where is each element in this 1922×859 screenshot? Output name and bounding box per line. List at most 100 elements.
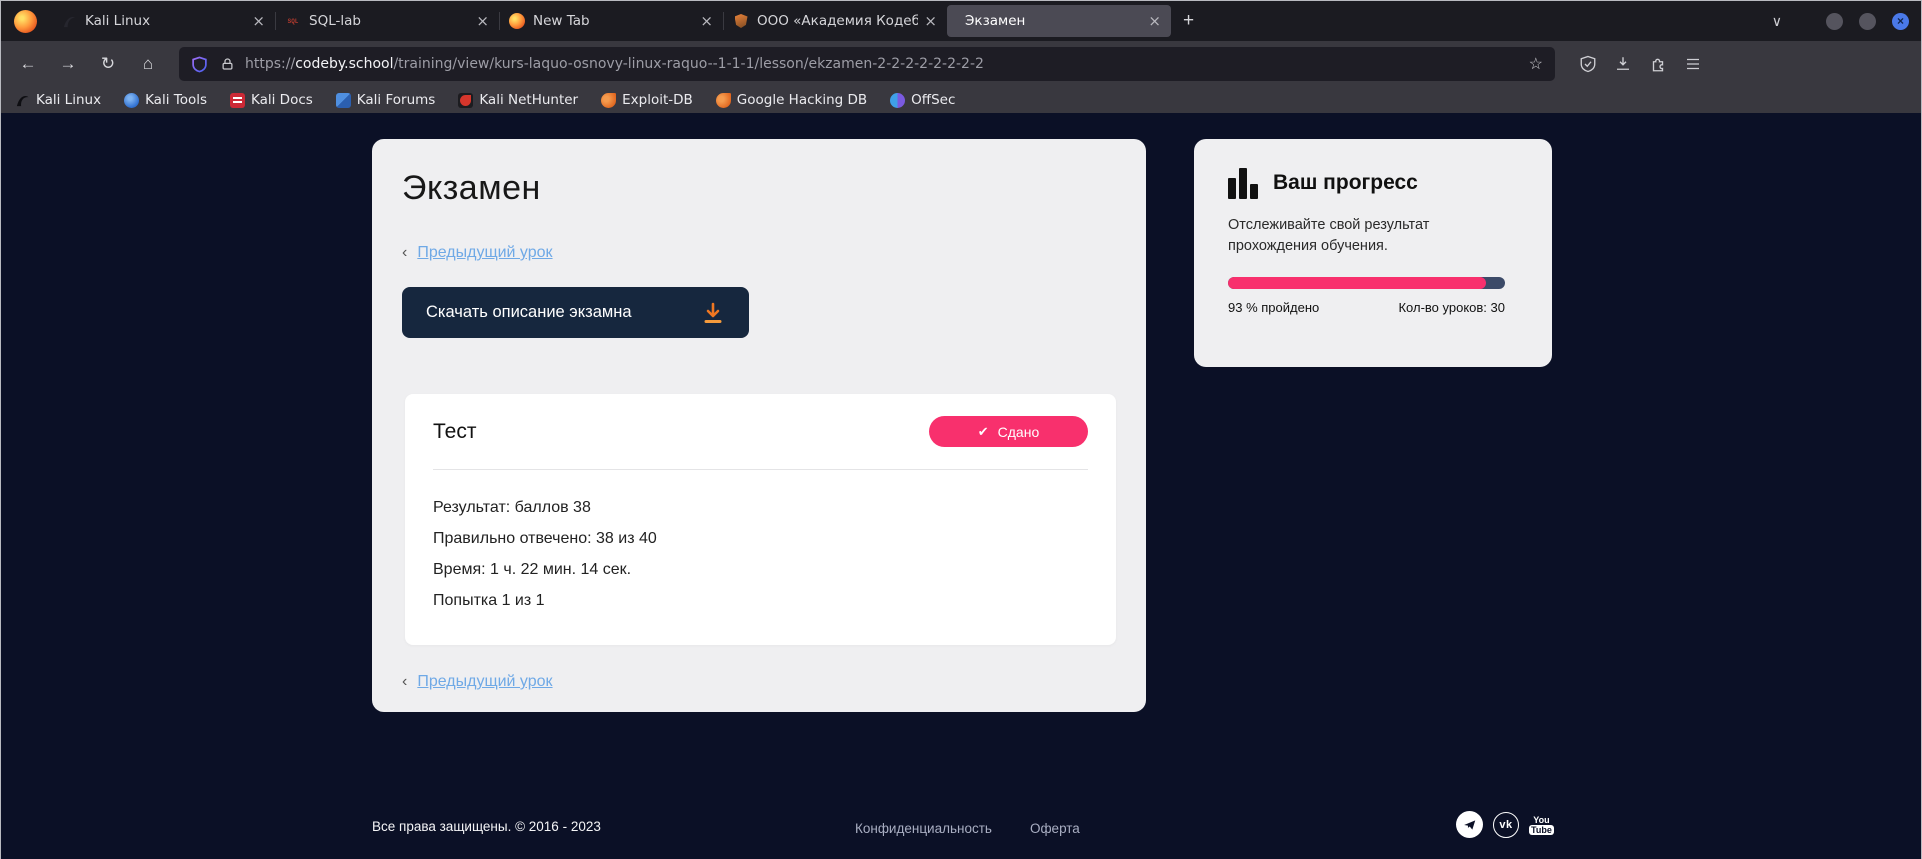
result-score: Результат: баллов 38 xyxy=(433,492,1088,523)
divider xyxy=(433,469,1088,470)
result-attempt: Попытка 1 из 1 xyxy=(433,585,1088,616)
google-hacking-db-bird-icon xyxy=(716,93,731,108)
url-path: /training/view/kurs-laquo-osnovy-linux-r… xyxy=(393,56,983,72)
bookmark-offsec[interactable]: OffSec xyxy=(890,92,955,108)
bookmark-kali-docs[interactable]: Kali Docs xyxy=(230,92,313,108)
telegram-icon[interactable] xyxy=(1456,811,1483,838)
exploit-db-bird-icon xyxy=(601,93,616,108)
lessons-count-label: Кол-во уроков: 30 xyxy=(1398,300,1505,315)
tab-sql-lab[interactable]: SQL SQL-lab × xyxy=(275,5,499,37)
test-result-card: Тест ✔ Сдано Результат: баллов 38 Правил… xyxy=(405,394,1116,645)
offsec-icon xyxy=(890,93,905,108)
tab-academy-codeby[interactable]: ООО «Академия Кодеба × xyxy=(723,5,947,37)
bookmark-google-hacking-db[interactable]: Google Hacking DB xyxy=(716,92,867,108)
url-host: codeby.school xyxy=(295,56,393,72)
forum-icon xyxy=(336,93,351,108)
codeby-shield-favicon-icon xyxy=(733,13,749,29)
progress-title: Ваш прогресс xyxy=(1273,171,1418,195)
home-button-icon[interactable]: ⌂ xyxy=(131,48,165,80)
youtube-text-top: You xyxy=(1533,815,1549,825)
download-exam-description-button[interactable]: Скачать описание экзамна xyxy=(402,287,749,338)
forward-button-icon[interactable]: → xyxy=(51,48,85,80)
lock-icon xyxy=(220,56,235,72)
document-icon xyxy=(230,93,245,108)
bookmark-kali-forums[interactable]: Kali Forums xyxy=(336,92,436,108)
youtube-text-bottom: Tube xyxy=(1529,825,1554,835)
bookmarks-toolbar: Kali Linux Kali Tools Kali Docs Kali For… xyxy=(1,87,1921,113)
prev-lesson-top: ‹ Предыдущий урок xyxy=(402,244,1116,262)
bar-chart-icon xyxy=(1228,167,1258,199)
vk-icon[interactable]: vk xyxy=(1493,812,1519,838)
back-button-icon[interactable]: ← xyxy=(11,48,45,80)
download-icon xyxy=(701,301,725,325)
prev-lesson-bottom: ‹ Предыдущий урок xyxy=(402,673,1116,691)
bookmark-label: OffSec xyxy=(911,92,955,108)
tab-bar: Kali Linux × SQL SQL-lab × New Tab × ООО… xyxy=(1,1,1921,41)
tab-title: SQL-lab xyxy=(309,13,470,29)
window-minimize-button[interactable] xyxy=(1826,13,1843,30)
prev-lesson-link[interactable]: Предыдущий урок xyxy=(417,244,552,262)
tab-title: Kali Linux xyxy=(85,13,246,29)
bookmark-label: Exploit-DB xyxy=(622,92,693,108)
url-scheme: https:// xyxy=(245,56,295,72)
downloads-icon[interactable] xyxy=(1614,55,1632,73)
tab-close-icon[interactable]: × xyxy=(470,12,489,30)
youtube-icon[interactable]: You Tube xyxy=(1529,815,1554,835)
nethunter-icon xyxy=(458,93,473,108)
copyright-text: Все права защищены. © 2016 - 2023 xyxy=(372,819,601,834)
chevron-left-icon: ‹ xyxy=(402,673,407,691)
protections-dashboard-shield-icon[interactable] xyxy=(1579,55,1597,73)
tab-new-tab[interactable]: New Tab × xyxy=(499,5,723,37)
exam-card: Экзамен ‹ Предыдущий урок Скачать описан… xyxy=(372,139,1146,712)
footer-links: Конфиденциальность Оферта xyxy=(855,821,1080,836)
progress-labels: 93 % пройдено Кол-во уроков: 30 xyxy=(1228,300,1505,315)
bookmark-label: Kali Linux xyxy=(36,92,101,108)
tab-close-icon[interactable]: × xyxy=(1142,12,1161,30)
check-icon: ✔ xyxy=(978,424,989,440)
bookmark-kali-tools[interactable]: Kali Tools xyxy=(124,92,207,108)
extensions-puzzle-icon[interactable] xyxy=(1649,55,1667,73)
tab-title: New Tab xyxy=(533,13,694,29)
test-header: Тест ✔ Сдано xyxy=(433,416,1088,447)
progress-card: Ваш прогресс Отслеживайте свой результат… xyxy=(1194,139,1552,367)
new-tab-button[interactable]: + xyxy=(1171,10,1206,32)
globe-icon xyxy=(124,93,139,108)
progress-description: Отслеживайте свой результат прохождения … xyxy=(1228,215,1458,257)
bookmark-star-icon[interactable]: ☆ xyxy=(1521,54,1543,74)
progress-header: Ваш прогресс xyxy=(1228,167,1518,199)
reload-button-icon[interactable]: ↻ xyxy=(91,48,125,80)
firefox-logo-icon[interactable] xyxy=(14,10,37,33)
badge-label: Сдано xyxy=(998,424,1040,440)
tab-title: Экзамен xyxy=(965,13,1142,29)
window-close-button[interactable]: × xyxy=(1892,13,1909,30)
bookmark-exploit-db[interactable]: Exploit-DB xyxy=(601,92,693,108)
sql-favicon-icon: SQL xyxy=(285,13,301,29)
navigation-toolbar: ← → ↻ ⌂ https://codeby.school/training/v… xyxy=(1,41,1921,87)
bookmark-kali-nethunter[interactable]: Kali NetHunter xyxy=(458,92,578,108)
tab-title: ООО «Академия Кодеба xyxy=(757,13,918,29)
bookmark-label: Kali Tools xyxy=(145,92,207,108)
browser-window: Kali Linux × SQL SQL-lab × New Tab × ООО… xyxy=(0,0,1922,859)
tab-kali-linux[interactable]: Kali Linux × xyxy=(51,5,275,37)
download-button-label: Скачать описание экзамна xyxy=(426,303,701,322)
tabbar-right-controls: ∨ × xyxy=(1772,1,1921,41)
chevron-left-icon: ‹ xyxy=(402,244,407,262)
url-bar[interactable]: https://codeby.school/training/view/kurs… xyxy=(179,47,1555,81)
privacy-link[interactable]: Конфиденциальность xyxy=(855,821,992,836)
offer-link[interactable]: Оферта xyxy=(1030,821,1080,836)
bookmark-label: Google Hacking DB xyxy=(737,92,867,108)
progress-bar-fill xyxy=(1228,277,1486,289)
prev-lesson-link[interactable]: Предыдущий урок xyxy=(417,673,552,691)
tab-close-icon[interactable]: × xyxy=(694,12,713,30)
window-maximize-button[interactable] xyxy=(1859,13,1876,30)
tab-ekzamen-active[interactable]: Экзамен × xyxy=(947,5,1171,37)
passed-status-badge: ✔ Сдано xyxy=(929,416,1088,447)
bookmark-kali-linux[interactable]: Kali Linux xyxy=(15,92,101,108)
url-text[interactable]: https://codeby.school/training/view/kurs… xyxy=(245,56,1521,72)
menu-hamburger-icon[interactable] xyxy=(1684,55,1702,73)
tracking-protection-shield-icon[interactable] xyxy=(191,56,208,73)
tab-close-icon[interactable]: × xyxy=(918,12,937,30)
tab-close-icon[interactable]: × xyxy=(246,12,265,30)
list-all-tabs-chevron-icon[interactable]: ∨ xyxy=(1772,13,1810,30)
kali-dragon-icon xyxy=(15,93,30,108)
